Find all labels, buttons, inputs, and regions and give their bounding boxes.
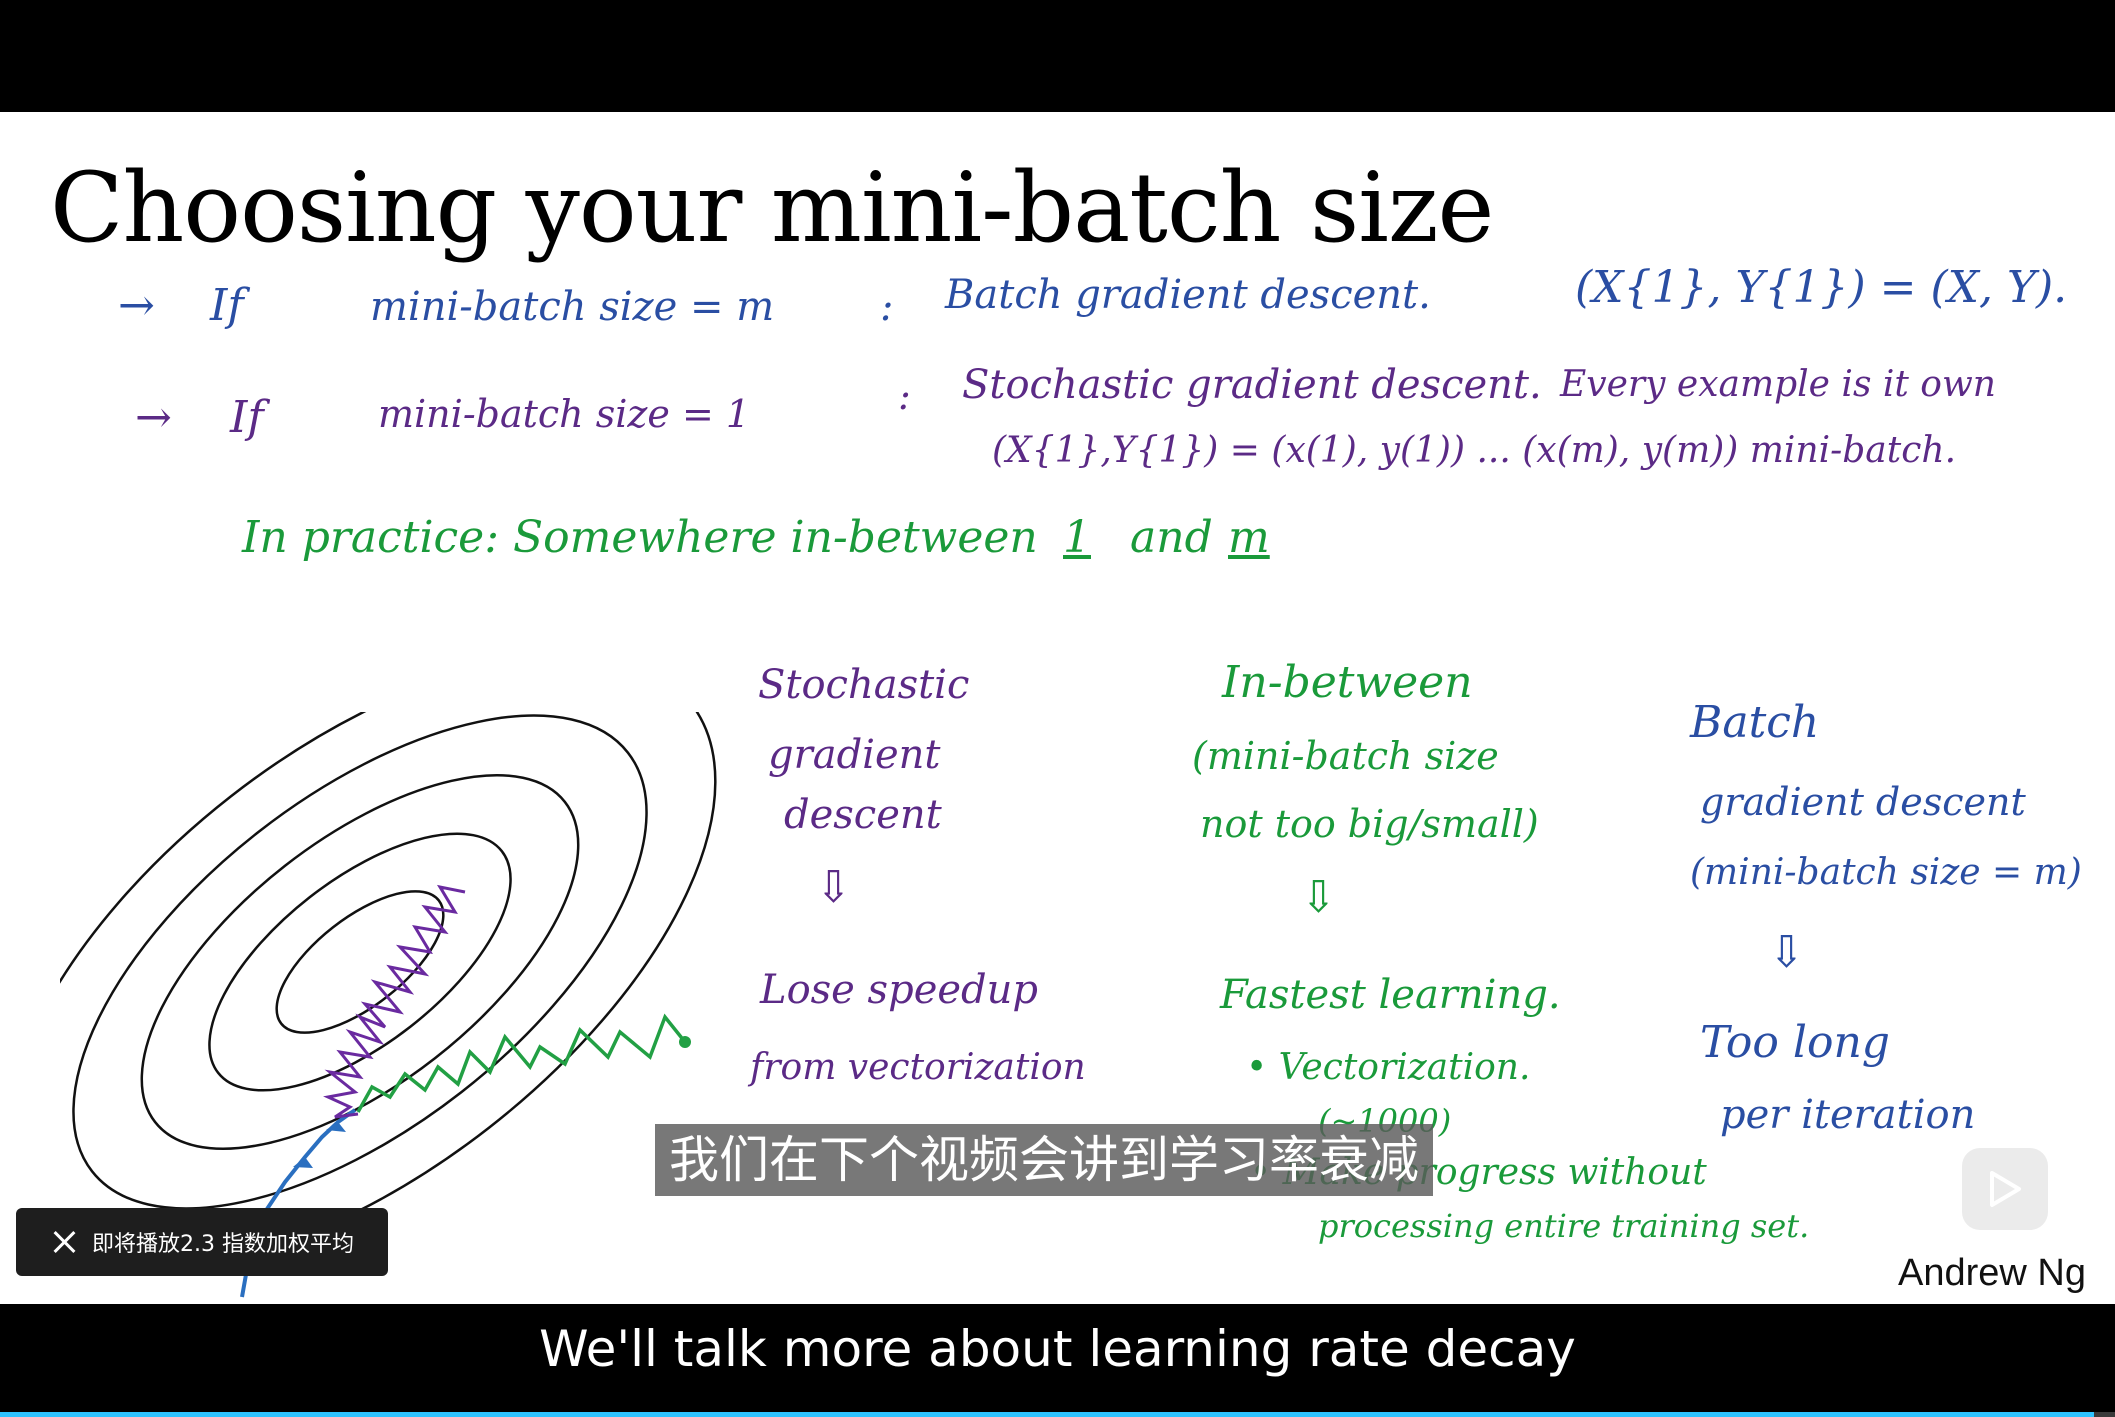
video-progress-bar[interactable] (0, 1412, 2115, 1417)
author-name: Andrew Ng (1898, 1252, 2086, 1294)
line1-result: Batch gradient descent. (945, 272, 1431, 318)
sgd-result-line1: Lose speedup (760, 967, 1039, 1013)
contour-ellipse-5 (275, 890, 445, 1034)
line3-and: and (1130, 512, 1213, 563)
batch-title-line1: Batch (1690, 697, 1820, 748)
video-top-bar (0, 0, 2115, 112)
line1-formula: (X{1}, Y{1}) = (X, Y). (1575, 262, 2068, 313)
batch-title-line3: (mini-batch size = m) (1690, 852, 2082, 893)
line1-condition: mini-batch size = m (370, 284, 775, 330)
line2-if: If (230, 392, 264, 443)
line3-prefix: In practice: Somewhere in-between (242, 512, 1038, 563)
line2-condition: mini-batch size = 1 (378, 392, 751, 436)
inbetween-title: In-between (1222, 657, 1473, 708)
inbetween-sub-line2: not too big/small) (1200, 802, 1539, 846)
line1-colon: : (880, 284, 894, 330)
line1-if: If (210, 280, 244, 331)
line2-colon: : (898, 374, 911, 418)
close-icon[interactable] (50, 1228, 78, 1256)
subtitle-chinese: 我们在下个视频会讲到学习率衰减 (655, 1124, 1433, 1196)
watermark-play-button[interactable] (1962, 1148, 2048, 1230)
contour-ellipse-3 (140, 774, 580, 1150)
sgd-path (323, 884, 466, 1119)
inbetween-sub-line1: (mini-batch size (1192, 734, 1499, 778)
line3-m: m (1228, 512, 1270, 563)
video-progress-fill (0, 1412, 2094, 1417)
batch-title-line2: gradient descent (1700, 780, 2026, 824)
sgd-title-line3: descent (784, 792, 942, 838)
minibatch-gd-path (356, 1013, 687, 1113)
batch-arrow: ⇩ (1768, 927, 1805, 978)
line2-arrow: → (135, 392, 172, 443)
sgd-title-line2: gradient (768, 732, 941, 778)
sgd-title-line1: Stochastic (758, 662, 970, 708)
inbetween-bullet1: • Vectorization. (1246, 1047, 1531, 1088)
next-up-banner[interactable]: 即将播放2.3 指数加权平均 (16, 1208, 388, 1276)
line2-note: Every example is it own (1560, 364, 1996, 405)
sgd-result-line2: from vectorization (750, 1047, 1086, 1088)
inbetween-arrow: ⇩ (1300, 872, 1337, 923)
line1-arrow: → (118, 280, 155, 331)
contour-ellipse-4 (208, 832, 512, 1092)
line3-one: 1 (1063, 512, 1091, 563)
subtitle-english: We'll talk more about learning rate deca… (539, 1320, 1576, 1378)
batch-result-line2: per iteration (1720, 1092, 1976, 1138)
line2-formula: (X{1},Y{1}) = (x(1), y(1)) ... (x(m), y(… (992, 430, 1957, 471)
play-icon (1990, 1171, 2021, 1207)
line2-result: Stochastic gradient descent. (962, 362, 1542, 408)
next-up-label: 即将播放2.3 指数加权平均 (92, 1232, 354, 1257)
batch-result-line1: Too long (1700, 1017, 1890, 1068)
inbetween-result: Fastest learning. (1220, 972, 1561, 1018)
inbetween-bullet2-sub: processing entire training set. (1318, 1207, 1810, 1245)
minibatch-start-point (679, 1036, 691, 1048)
sgd-arrow: ⇩ (815, 862, 852, 913)
slide-title: Choosing your mini-batch size (50, 152, 1494, 264)
